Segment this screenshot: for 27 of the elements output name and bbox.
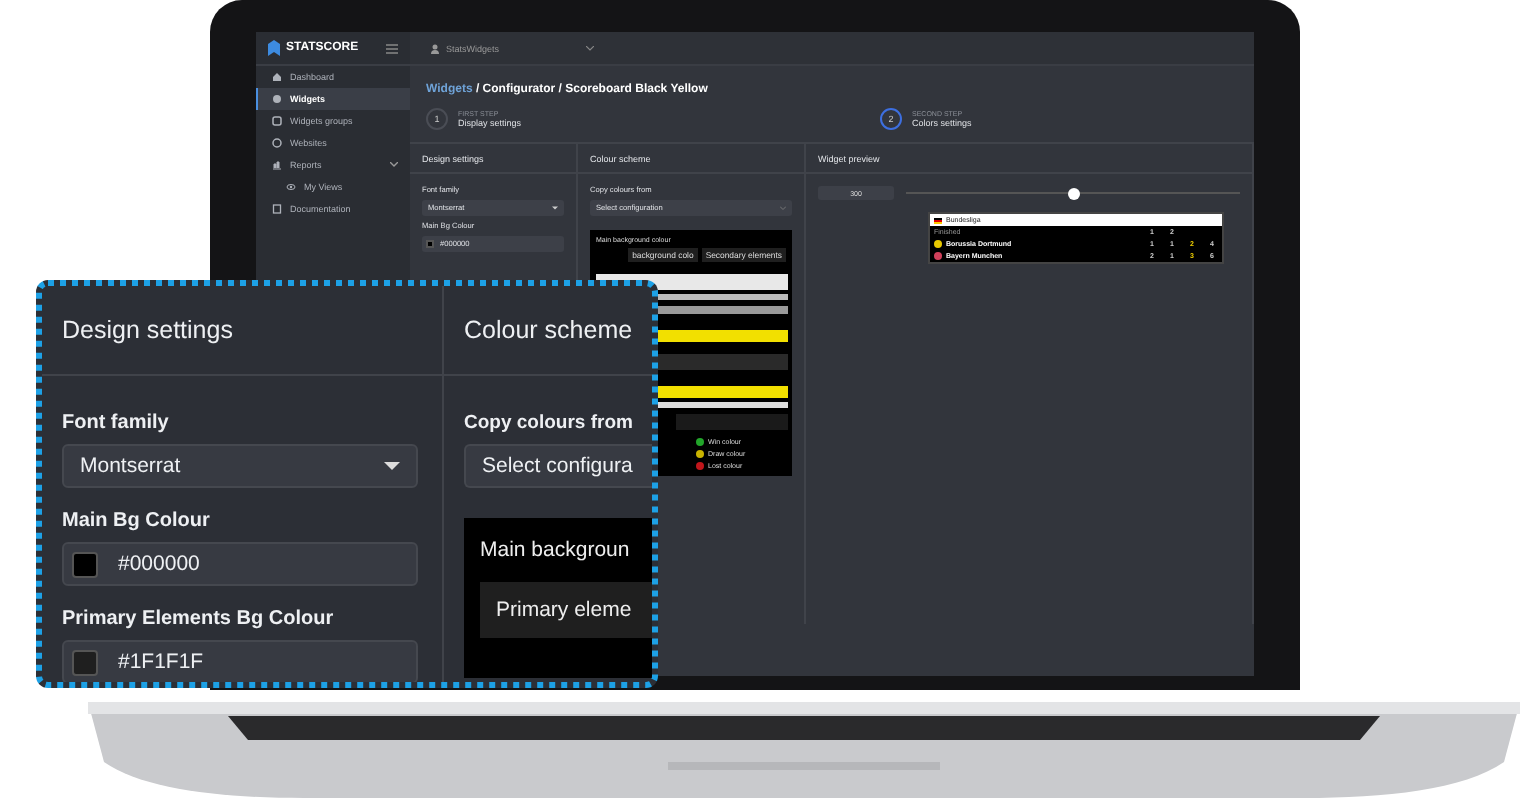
color-field[interactable]: #000000 xyxy=(62,542,418,586)
menu-icon[interactable] xyxy=(386,43,398,53)
user-icon xyxy=(430,43,440,53)
panel-title: Colour scheme xyxy=(444,286,652,376)
field-label: Font family xyxy=(62,412,171,434)
panel-title: Design settings xyxy=(42,286,442,376)
field-label: Primary Elements Bg Colour xyxy=(62,608,336,630)
slider-thumb[interactable] xyxy=(1067,187,1079,199)
home-icon xyxy=(272,72,282,82)
chart-icon xyxy=(272,160,282,170)
chevron-icon[interactable] xyxy=(390,162,398,168)
caret-icon[interactable] xyxy=(585,45,594,51)
color-field[interactable]: #1F1F1F xyxy=(62,640,418,682)
field-label: Main Bg Colour xyxy=(62,510,212,532)
field-label: Copy colours from xyxy=(464,412,635,434)
color-swatch xyxy=(72,649,98,675)
color-swatch xyxy=(426,240,434,248)
flag-icon xyxy=(934,217,942,223)
font-select[interactable]: Montserrat xyxy=(62,444,418,488)
color-swatch xyxy=(72,551,98,577)
preview-element: Primary eleme xyxy=(480,582,652,638)
caret-icon xyxy=(552,206,558,210)
caret-icon xyxy=(384,462,400,470)
eye-icon xyxy=(286,182,296,192)
configuration-select[interactable]: Select configura xyxy=(464,444,652,488)
preview-title: Main backgroun xyxy=(480,538,632,562)
logo-icon xyxy=(268,40,280,56)
